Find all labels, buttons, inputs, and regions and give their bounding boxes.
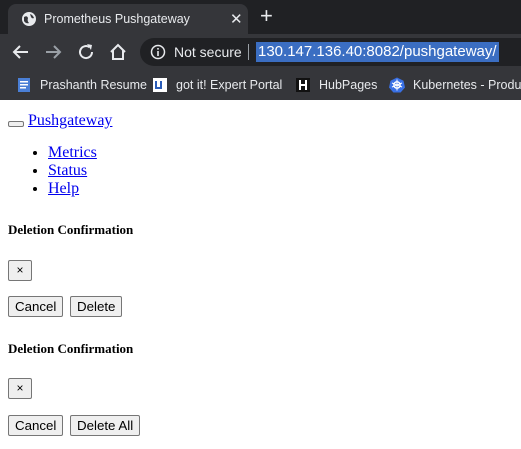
bookmarks-bar: Prashanth Resume got it! Expert Portal H… — [0, 70, 521, 100]
navbar-brand-row: Pushgateway — [8, 112, 112, 130]
close-icon[interactable]: ✕ — [230, 10, 243, 28]
metrics-link[interactable]: Metrics — [48, 144, 97, 161]
nav-item-help: Help — [48, 180, 97, 198]
bookmark-label: Kubernetes - Produ... — [413, 78, 521, 92]
nav-item-status: Status — [48, 162, 97, 180]
help-link[interactable]: Help — [48, 180, 79, 197]
bookmark-kubernetes[interactable]: Kubernetes - Produ... — [389, 75, 521, 95]
url-text[interactable]: 130.147.136.40:8082/pushgateway/ — [256, 42, 499, 62]
nav-item-metrics: Metrics — [48, 144, 97, 162]
bookmark-hubpages[interactable]: HubPages — [295, 75, 377, 95]
delete-all-modal-title: Deletion Confirmation — [8, 341, 134, 356]
delete-modal-close-button[interactable]: × — [8, 260, 32, 281]
brand-link[interactable]: Pushgateway — [28, 112, 112, 130]
status-link[interactable]: Status — [48, 162, 87, 179]
delete-modal-title: Deletion Confirmation — [8, 222, 134, 237]
kubernetes-icon — [389, 77, 405, 93]
reload-icon[interactable] — [75, 41, 97, 63]
navbar-toggle-button[interactable] — [8, 121, 24, 127]
gotit-icon — [153, 78, 167, 92]
forward-arrow-icon[interactable] — [42, 41, 64, 63]
document-icon — [18, 78, 30, 92]
hubpages-icon — [296, 78, 310, 92]
info-icon[interactable] — [150, 44, 166, 60]
omnibox-divider — [248, 44, 249, 60]
tab-strip: Prometheus Pushgateway ✕ + — [0, 0, 521, 34]
cancel-button[interactable]: Cancel — [8, 296, 64, 317]
delete-all-button[interactable]: Delete All — [70, 415, 141, 436]
bookmark-label: HubPages — [319, 78, 378, 92]
browser-tab[interactable]: Prometheus Pushgateway ✕ — [8, 4, 248, 34]
bookmark-prashanth-resume[interactable]: Prashanth Resume — [16, 75, 147, 95]
new-tab-button[interactable]: + — [260, 4, 273, 28]
bookmark-label: Prashanth Resume — [40, 78, 148, 92]
address-bar[interactable]: Not secure 130.147.136.40:8082/pushgatew… — [140, 38, 521, 66]
bookmark-label: got it! Expert Portal — [176, 78, 283, 92]
not-secure-label[interactable]: Not secure — [174, 44, 242, 60]
globe-icon — [22, 12, 36, 26]
page-content: Pushgateway Metrics Status Help Deletion… — [0, 100, 521, 449]
delete-all-modal-close-button[interactable]: × — [8, 378, 32, 399]
bookmark-got-it-expert-portal[interactable]: got it! Expert Portal — [152, 75, 282, 95]
nav-menu: Metrics Status Help — [0, 144, 97, 198]
home-icon[interactable] — [107, 41, 129, 63]
tab-title: Prometheus Pushgateway — [44, 12, 190, 26]
delete-button[interactable]: Delete — [70, 296, 123, 317]
browser-toolbar: Not secure 130.147.136.40:8082/pushgatew… — [0, 34, 521, 70]
cancel-button[interactable]: Cancel — [8, 415, 64, 436]
back-arrow-icon[interactable] — [10, 41, 32, 63]
